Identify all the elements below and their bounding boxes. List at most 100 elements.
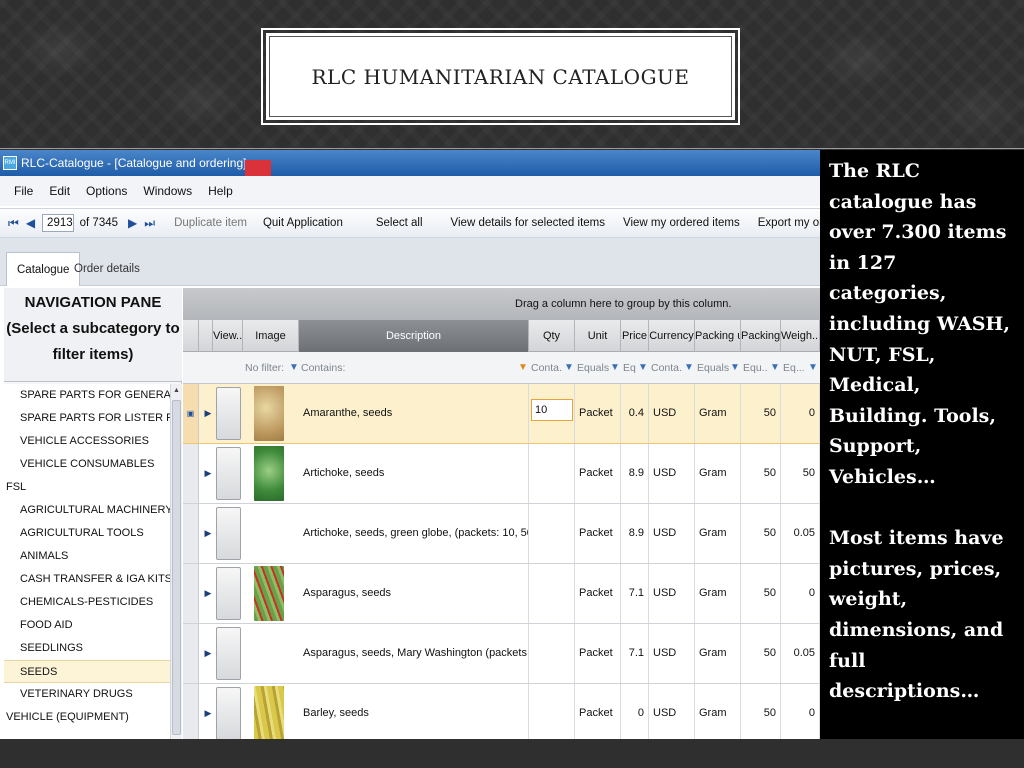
expand-row-icon[interactable]: ▶ (201, 504, 215, 563)
subcategory-item[interactable]: ANIMALS (4, 545, 170, 568)
window-titlebar[interactable]: RMI RLC-Catalogue - [Catalogue and order… (0, 150, 820, 176)
filter-funnel-icon[interactable]: ▼ (684, 352, 694, 384)
view-column-header[interactable]: View... (213, 320, 243, 352)
table-row[interactable]: ▶ Artichoke, seeds Packet 8.9 USD Gram 50 50 (183, 444, 820, 504)
view-item-button[interactable] (216, 687, 241, 739)
qty-cell[interactable] (529, 504, 575, 563)
row-indicator[interactable] (183, 624, 199, 683)
subcategory-item[interactable]: FOOD AID (4, 614, 170, 637)
table-row[interactable]: ▶ Asparagus, seeds Packet 7.1 USD Gram 50 0 (183, 564, 820, 624)
filter-cell[interactable]: Eq (621, 352, 639, 384)
menu-windows[interactable]: Windows (143, 184, 192, 198)
view-ordered-items-button[interactable]: View my ordered items (623, 217, 740, 229)
filter-funnel-icon[interactable]: ▼ (610, 352, 620, 384)
unit-column-header[interactable]: Unit (575, 320, 621, 352)
subcategory-item[interactable]: SPARE PARTS FOR GENERATORS (4, 384, 170, 407)
scroll-up-icon[interactable]: ▲ (171, 384, 182, 398)
quit-application-button[interactable]: Quit Application (263, 217, 343, 229)
qty-column-header[interactable]: Qty (529, 320, 575, 352)
row-indicator[interactable] (183, 504, 199, 563)
packing-cell: 50 (741, 384, 781, 443)
item-thumbnail[interactable] (254, 566, 284, 621)
view-item-button[interactable] (216, 567, 241, 620)
table-row[interactable]: ▶ Artichoke, seeds, green globe, (packets… (183, 504, 820, 564)
menu-edit[interactable]: Edit (49, 184, 70, 198)
row-indicator[interactable] (183, 684, 199, 739)
select-all-button[interactable]: Select all (376, 217, 423, 229)
filter-cell[interactable]: No filter: (243, 352, 289, 384)
scrollbar-thumb[interactable] (172, 400, 181, 735)
row-indicator[interactable]: ▣ (183, 384, 199, 443)
expand-row-icon[interactable]: ▶ (201, 564, 215, 623)
view-item-button[interactable] (216, 627, 241, 680)
category-item[interactable]: FSL (4, 476, 170, 499)
subcategory-item[interactable]: VEHICLE CONSUMABLES (4, 453, 170, 476)
filter-funnel-icon[interactable]: ▼ (730, 352, 740, 384)
last-record-icon[interactable]: ⏭ (144, 216, 155, 231)
expand-row-icon[interactable]: ▶ (201, 384, 215, 443)
view-item-button[interactable] (216, 387, 241, 440)
subcategory-item[interactable]: SPARE PARTS FOR LISTER PETER (4, 407, 170, 430)
price-column-header[interactable]: Price (621, 320, 649, 352)
subcategory-item[interactable]: CHEMICALS-PESTICIDES (4, 591, 170, 614)
currency-column-header[interactable]: Currency (649, 320, 695, 352)
table-row[interactable]: ▶ Asparagus, seeds, Mary Washington (pack… (183, 624, 820, 684)
image-column-header[interactable]: Image (243, 320, 299, 352)
row-indicator[interactable] (183, 444, 199, 503)
filter-cell[interactable]: Eq... (781, 352, 807, 384)
filter-cell[interactable]: Equals: (695, 352, 729, 384)
filter-funnel-icon[interactable]: ▼ (289, 352, 299, 384)
filter-funnel-icon[interactable]: ▼ (808, 352, 818, 384)
description-column-header[interactable]: Description (299, 320, 529, 352)
category-list-scrollbar[interactable]: ▲ (170, 384, 182, 739)
subcategory-item[interactable]: AGRICULTURAL TOOLS (4, 522, 170, 545)
quantity-input[interactable]: 10 (531, 399, 573, 421)
item-thumbnail[interactable] (254, 446, 284, 501)
subcategory-item[interactable]: CASH TRANSFER & IGA KITS (4, 568, 170, 591)
prev-record-icon[interactable]: ◀ (26, 216, 35, 230)
view-item-button[interactable] (216, 447, 241, 500)
filter-funnel-icon[interactable]: ▼ (564, 352, 574, 384)
filter-funnel-icon[interactable]: ▼ (770, 352, 780, 384)
filter-cell[interactable]: Conta... (529, 352, 563, 384)
first-record-icon[interactable]: ⏮ (8, 216, 19, 231)
view-item-button[interactable] (216, 507, 241, 560)
subcategory-item[interactable]: VEHICLE ACCESSORIES (4, 430, 170, 453)
filter-cell[interactable]: Contains: (299, 352, 499, 384)
qty-cell[interactable] (529, 564, 575, 623)
qty-cell[interactable] (529, 444, 575, 503)
expand-row-icon[interactable]: ▶ (201, 444, 215, 503)
expand-row-icon[interactable]: ▶ (201, 684, 215, 739)
subcategory-item[interactable]: SEEDLINGS (4, 637, 170, 660)
item-thumbnail[interactable] (254, 686, 284, 739)
view-details-button[interactable]: View details for selected items (451, 217, 605, 229)
subcategory-item[interactable]: VETERINARY DRUGS (4, 683, 170, 706)
weight-column-header[interactable]: Weigh... (781, 320, 820, 352)
item-thumbnail[interactable] (254, 386, 284, 441)
expand-row-icon[interactable]: ▶ (201, 624, 215, 683)
table-row[interactable]: ▶ Barley, seeds Packet 0 USD Gram 50 0 (183, 684, 820, 739)
menu-options[interactable]: Options (86, 184, 127, 198)
row-indicator[interactable] (183, 564, 199, 623)
filter-funnel-icon[interactable]: ▼ (518, 352, 528, 384)
packing-column-header[interactable]: Packing... (741, 320, 781, 352)
filter-cell[interactable]: Equals: (575, 352, 609, 384)
category-item[interactable]: VEHICLE (EQUIPMENT) (4, 706, 170, 729)
export-order-button[interactable]: Export my order to Exce (758, 217, 820, 229)
duplicate-item-button[interactable]: Duplicate item (174, 217, 247, 229)
subcategory-item[interactable]: AGRICULTURAL MACHINERY (4, 499, 170, 522)
filter-cell[interactable]: Equ... (741, 352, 767, 384)
packing-unit-column-header[interactable]: Packing u... (695, 320, 741, 352)
group-by-panel[interactable]: Drag a column here to group by this colu… (183, 288, 820, 320)
record-number-field[interactable]: 2913 (42, 214, 74, 232)
table-row[interactable]: ▣ ▶ Amaranthe, seeds Packet 0.4 USD Gram 50 0 10 (183, 384, 820, 444)
filter-funnel-icon[interactable]: ▼ (638, 352, 648, 384)
tab-order-details[interactable]: Order details (64, 252, 150, 286)
qty-cell[interactable] (529, 684, 575, 739)
menu-help[interactable]: Help (208, 184, 233, 198)
subcategory-item[interactable]: SEEDS (4, 660, 170, 683)
menu-file[interactable]: File (14, 184, 33, 198)
qty-cell[interactable] (529, 624, 575, 683)
next-record-icon[interactable]: ▶ (128, 216, 137, 230)
filter-cell[interactable]: Conta... (649, 352, 683, 384)
